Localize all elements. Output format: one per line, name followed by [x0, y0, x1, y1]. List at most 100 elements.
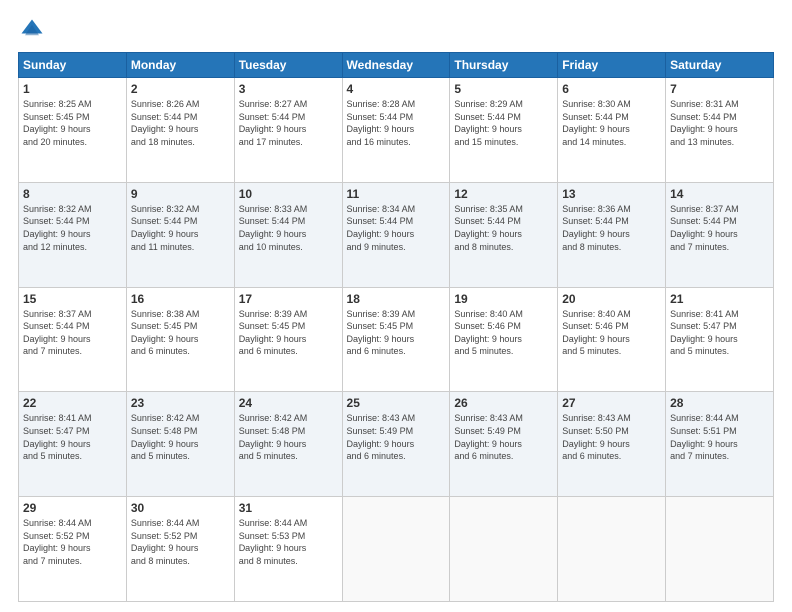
calendar-cell: 9 Sunrise: 8:32 AM Sunset: 5:44 PM Daylig… — [126, 182, 234, 287]
header — [18, 16, 774, 44]
day-number: 6 — [562, 82, 661, 96]
day-number: 9 — [131, 187, 230, 201]
day-number: 25 — [347, 396, 446, 410]
calendar-cell: 24 Sunrise: 8:42 AM Sunset: 5:48 PM Dayli… — [234, 392, 342, 497]
calendar-cell: 6 Sunrise: 8:30 AM Sunset: 5:44 PM Daylig… — [558, 78, 666, 183]
calendar-week-row: 29 Sunrise: 8:44 AM Sunset: 5:52 PM Dayli… — [19, 497, 774, 602]
day-number: 4 — [347, 82, 446, 96]
calendar-cell: 15 Sunrise: 8:37 AM Sunset: 5:44 PM Dayli… — [19, 287, 127, 392]
day-info: Sunrise: 8:32 AM Sunset: 5:44 PM Dayligh… — [23, 203, 122, 253]
day-info: Sunrise: 8:34 AM Sunset: 5:44 PM Dayligh… — [347, 203, 446, 253]
day-info: Sunrise: 8:43 AM Sunset: 5:49 PM Dayligh… — [454, 412, 553, 462]
day-info: Sunrise: 8:28 AM Sunset: 5:44 PM Dayligh… — [347, 98, 446, 148]
day-number: 30 — [131, 501, 230, 515]
day-number: 1 — [23, 82, 122, 96]
day-info: Sunrise: 8:39 AM Sunset: 5:45 PM Dayligh… — [239, 308, 338, 358]
calendar-cell: 30 Sunrise: 8:44 AM Sunset: 5:52 PM Dayli… — [126, 497, 234, 602]
calendar-cell: 20 Sunrise: 8:40 AM Sunset: 5:46 PM Dayli… — [558, 287, 666, 392]
calendar-cell: 18 Sunrise: 8:39 AM Sunset: 5:45 PM Dayli… — [342, 287, 450, 392]
logo-icon — [18, 16, 46, 44]
day-number: 23 — [131, 396, 230, 410]
day-of-week-header: Thursday — [450, 53, 558, 78]
calendar-cell — [342, 497, 450, 602]
day-number: 11 — [347, 187, 446, 201]
day-info: Sunrise: 8:44 AM Sunset: 5:51 PM Dayligh… — [670, 412, 769, 462]
day-info: Sunrise: 8:44 AM Sunset: 5:52 PM Dayligh… — [23, 517, 122, 567]
day-info: Sunrise: 8:38 AM Sunset: 5:45 PM Dayligh… — [131, 308, 230, 358]
day-number: 31 — [239, 501, 338, 515]
day-number: 27 — [562, 396, 661, 410]
day-info: Sunrise: 8:40 AM Sunset: 5:46 PM Dayligh… — [562, 308, 661, 358]
day-number: 24 — [239, 396, 338, 410]
day-number: 29 — [23, 501, 122, 515]
day-number: 22 — [23, 396, 122, 410]
day-number: 20 — [562, 292, 661, 306]
day-number: 13 — [562, 187, 661, 201]
day-number: 18 — [347, 292, 446, 306]
day-info: Sunrise: 8:41 AM Sunset: 5:47 PM Dayligh… — [23, 412, 122, 462]
day-number: 3 — [239, 82, 338, 96]
day-info: Sunrise: 8:36 AM Sunset: 5:44 PM Dayligh… — [562, 203, 661, 253]
calendar-cell: 13 Sunrise: 8:36 AM Sunset: 5:44 PM Dayli… — [558, 182, 666, 287]
day-info: Sunrise: 8:42 AM Sunset: 5:48 PM Dayligh… — [131, 412, 230, 462]
page: SundayMondayTuesdayWednesdayThursdayFrid… — [0, 0, 792, 612]
calendar-cell: 7Sunrise: 8:31 AM Sunset: 5:44 PM Daylig… — [666, 78, 774, 183]
day-info: Sunrise: 8:43 AM Sunset: 5:49 PM Dayligh… — [347, 412, 446, 462]
day-info: Sunrise: 8:32 AM Sunset: 5:44 PM Dayligh… — [131, 203, 230, 253]
day-info: Sunrise: 8:37 AM Sunset: 5:44 PM Dayligh… — [23, 308, 122, 358]
calendar-cell: 28Sunrise: 8:44 AM Sunset: 5:51 PM Dayli… — [666, 392, 774, 497]
day-number: 14 — [670, 187, 769, 201]
day-info: Sunrise: 8:42 AM Sunset: 5:48 PM Dayligh… — [239, 412, 338, 462]
calendar-week-row: 8 Sunrise: 8:32 AM Sunset: 5:44 PM Daylig… — [19, 182, 774, 287]
calendar-cell — [558, 497, 666, 602]
calendar-cell: 4 Sunrise: 8:28 AM Sunset: 5:44 PM Daylig… — [342, 78, 450, 183]
day-info: Sunrise: 8:25 AM Sunset: 5:45 PM Dayligh… — [23, 98, 122, 148]
day-info: Sunrise: 8:31 AM Sunset: 5:44 PM Dayligh… — [670, 98, 769, 148]
day-of-week-header: Friday — [558, 53, 666, 78]
day-number: 5 — [454, 82, 553, 96]
day-of-week-header: Wednesday — [342, 53, 450, 78]
day-info: Sunrise: 8:44 AM Sunset: 5:53 PM Dayligh… — [239, 517, 338, 567]
calendar-cell: 19 Sunrise: 8:40 AM Sunset: 5:46 PM Dayli… — [450, 287, 558, 392]
day-of-week-header: Monday — [126, 53, 234, 78]
day-number: 8 — [23, 187, 122, 201]
calendar-cell: 21Sunrise: 8:41 AM Sunset: 5:47 PM Dayli… — [666, 287, 774, 392]
calendar-cell: 10 Sunrise: 8:33 AM Sunset: 5:44 PM Dayli… — [234, 182, 342, 287]
day-info: Sunrise: 8:44 AM Sunset: 5:52 PM Dayligh… — [131, 517, 230, 567]
calendar-cell: 25 Sunrise: 8:43 AM Sunset: 5:49 PM Dayli… — [342, 392, 450, 497]
day-info: Sunrise: 8:43 AM Sunset: 5:50 PM Dayligh… — [562, 412, 661, 462]
calendar-cell: 27 Sunrise: 8:43 AM Sunset: 5:50 PM Dayli… — [558, 392, 666, 497]
day-info: Sunrise: 8:29 AM Sunset: 5:44 PM Dayligh… — [454, 98, 553, 148]
day-number: 26 — [454, 396, 553, 410]
calendar-cell: 14Sunrise: 8:37 AM Sunset: 5:44 PM Dayli… — [666, 182, 774, 287]
calendar-cell: 31 Sunrise: 8:44 AM Sunset: 5:53 PM Dayli… — [234, 497, 342, 602]
day-of-week-header: Sunday — [19, 53, 127, 78]
calendar-cell — [450, 497, 558, 602]
calendar-header-row: SundayMondayTuesdayWednesdayThursdayFrid… — [19, 53, 774, 78]
calendar-cell: 23 Sunrise: 8:42 AM Sunset: 5:48 PM Dayli… — [126, 392, 234, 497]
calendar-cell: 16Sunrise: 8:38 AM Sunset: 5:45 PM Dayli… — [126, 287, 234, 392]
calendar-cell: 29 Sunrise: 8:44 AM Sunset: 5:52 PM Dayli… — [19, 497, 127, 602]
calendar-cell: 17 Sunrise: 8:39 AM Sunset: 5:45 PM Dayli… — [234, 287, 342, 392]
day-info: Sunrise: 8:30 AM Sunset: 5:44 PM Dayligh… — [562, 98, 661, 148]
day-of-week-header: Saturday — [666, 53, 774, 78]
day-info: Sunrise: 8:35 AM Sunset: 5:44 PM Dayligh… — [454, 203, 553, 253]
day-of-week-header: Tuesday — [234, 53, 342, 78]
day-number: 21 — [670, 292, 769, 306]
calendar-cell — [666, 497, 774, 602]
day-info: Sunrise: 8:33 AM Sunset: 5:44 PM Dayligh… — [239, 203, 338, 253]
day-info: Sunrise: 8:40 AM Sunset: 5:46 PM Dayligh… — [454, 308, 553, 358]
calendar-cell: 3 Sunrise: 8:27 AM Sunset: 5:44 PM Daylig… — [234, 78, 342, 183]
calendar-cell: 8 Sunrise: 8:32 AM Sunset: 5:44 PM Daylig… — [19, 182, 127, 287]
calendar-cell: 11 Sunrise: 8:34 AM Sunset: 5:44 PM Dayli… — [342, 182, 450, 287]
day-number: 19 — [454, 292, 553, 306]
day-number: 12 — [454, 187, 553, 201]
day-number: 15 — [23, 292, 122, 306]
day-info: Sunrise: 8:27 AM Sunset: 5:44 PM Dayligh… — [239, 98, 338, 148]
day-info: Sunrise: 8:39 AM Sunset: 5:45 PM Dayligh… — [347, 308, 446, 358]
day-number: 17 — [239, 292, 338, 306]
calendar-week-row: 1 Sunrise: 8:25 AM Sunset: 5:45 PM Daylig… — [19, 78, 774, 183]
logo — [18, 16, 50, 44]
day-number: 10 — [239, 187, 338, 201]
calendar-cell: 5 Sunrise: 8:29 AM Sunset: 5:44 PM Daylig… — [450, 78, 558, 183]
